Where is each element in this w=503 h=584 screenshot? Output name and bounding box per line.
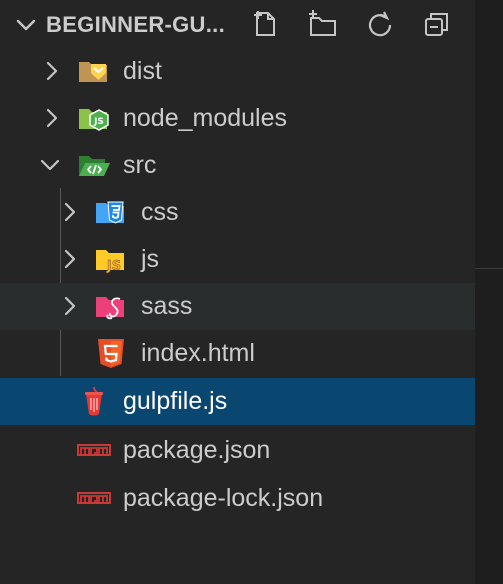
chevron-right-icon[interactable] — [58, 294, 82, 318]
new-folder-icon — [309, 10, 336, 36]
refresh-icon — [368, 11, 392, 37]
tree-item-dist[interactable]: dist — [0, 48, 475, 95]
tree-item-js[interactable]: JS js — [0, 236, 475, 283]
collapse-all-button[interactable] — [419, 6, 455, 42]
chevron-down-icon[interactable] — [14, 13, 38, 37]
npm-file-icon — [77, 444, 111, 456]
chevron-right-icon[interactable] — [40, 59, 64, 83]
tree-item-gulpfile[interactable]: gulpfile.js — [0, 378, 475, 425]
tree-item-label: js — [141, 245, 160, 273]
refresh-button[interactable] — [362, 6, 398, 42]
explorer-header[interactable]: BEGINNER-GU... — [0, 0, 475, 50]
node-folder-icon: JS — [79, 109, 109, 131]
dist-folder-icon — [79, 62, 107, 82]
tree-item-label: src — [123, 151, 157, 179]
css-folder-icon — [96, 201, 124, 224]
gutter-divider — [475, 268, 503, 269]
tree-item-package-lock-json[interactable]: package-lock.json — [0, 475, 475, 522]
chevron-right-icon[interactable] — [40, 106, 64, 130]
new-folder-button[interactable] — [305, 6, 341, 42]
tree-item-label: node_modules — [123, 104, 288, 132]
tree-item-label: package-lock.json — [123, 484, 324, 512]
editor-gutter — [475, 0, 503, 584]
tree-item-css[interactable]: css — [0, 189, 475, 236]
js-folder-icon: JS — [96, 250, 124, 274]
sass-folder-icon — [96, 297, 124, 320]
workspace-title: BEGINNER-GU... — [46, 12, 225, 37]
tree-item-node-modules[interactable]: JS node_modules — [0, 95, 475, 142]
tree-item-label: dist — [123, 57, 162, 85]
tree-item-label: gulpfile.js — [123, 387, 228, 415]
svg-text:JS: JS — [106, 259, 121, 274]
chevron-right-icon[interactable] — [58, 247, 82, 271]
chevron-down-icon[interactable] — [38, 153, 62, 177]
new-file-icon — [254, 11, 275, 36]
new-file-button[interactable] — [248, 6, 284, 42]
tree-item-package-json[interactable]: package.json — [0, 427, 475, 474]
file-explorer: BEGINNER-GU... dist JS node_modules src … — [0, 0, 475, 584]
npm-file-icon — [77, 492, 111, 504]
tree-item-index-html[interactable]: index.html — [0, 330, 475, 377]
explorer-actions — [248, 6, 455, 42]
tree-item-label: package.json — [123, 436, 271, 464]
chevron-right-icon[interactable] — [58, 200, 82, 224]
collapse-all-icon — [425, 13, 448, 36]
gulp-file-icon — [85, 386, 103, 416]
tree-item-src[interactable]: src — [0, 142, 475, 189]
svg-text:JS: JS — [93, 117, 104, 127]
tree-item-label: index.html — [141, 339, 255, 367]
src-folder-open-icon — [79, 156, 110, 176]
html5-file-icon — [98, 339, 124, 368]
tree-item-label: css — [141, 198, 179, 226]
tree-item-label: sass — [141, 292, 193, 320]
tree-item-sass[interactable]: sass — [0, 283, 475, 330]
